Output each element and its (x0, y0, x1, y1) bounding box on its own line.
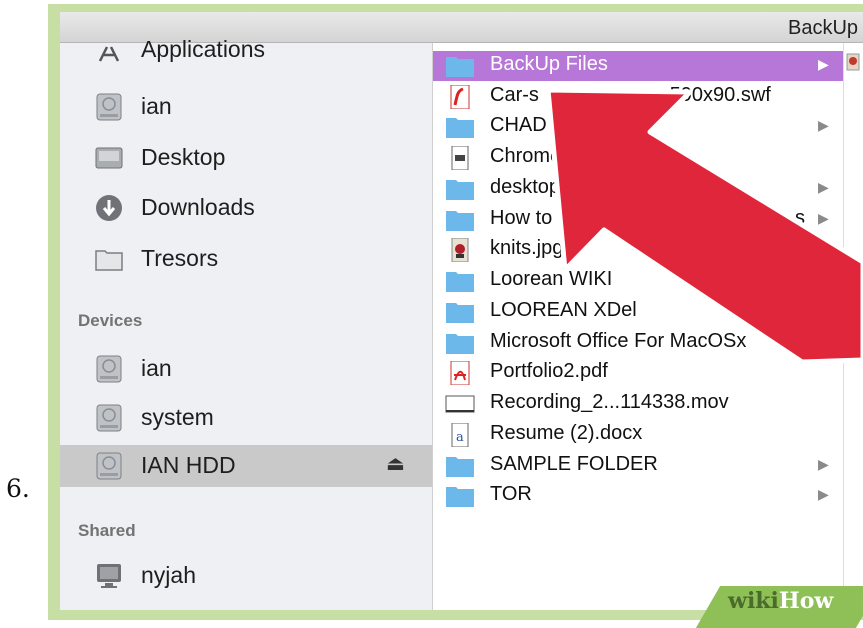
watermark: wikiHow (728, 588, 833, 614)
watermark-suffix: How (778, 588, 834, 614)
pointer-arrow-icon (545, 87, 863, 365)
watermark-prefix: wiki (728, 588, 779, 614)
